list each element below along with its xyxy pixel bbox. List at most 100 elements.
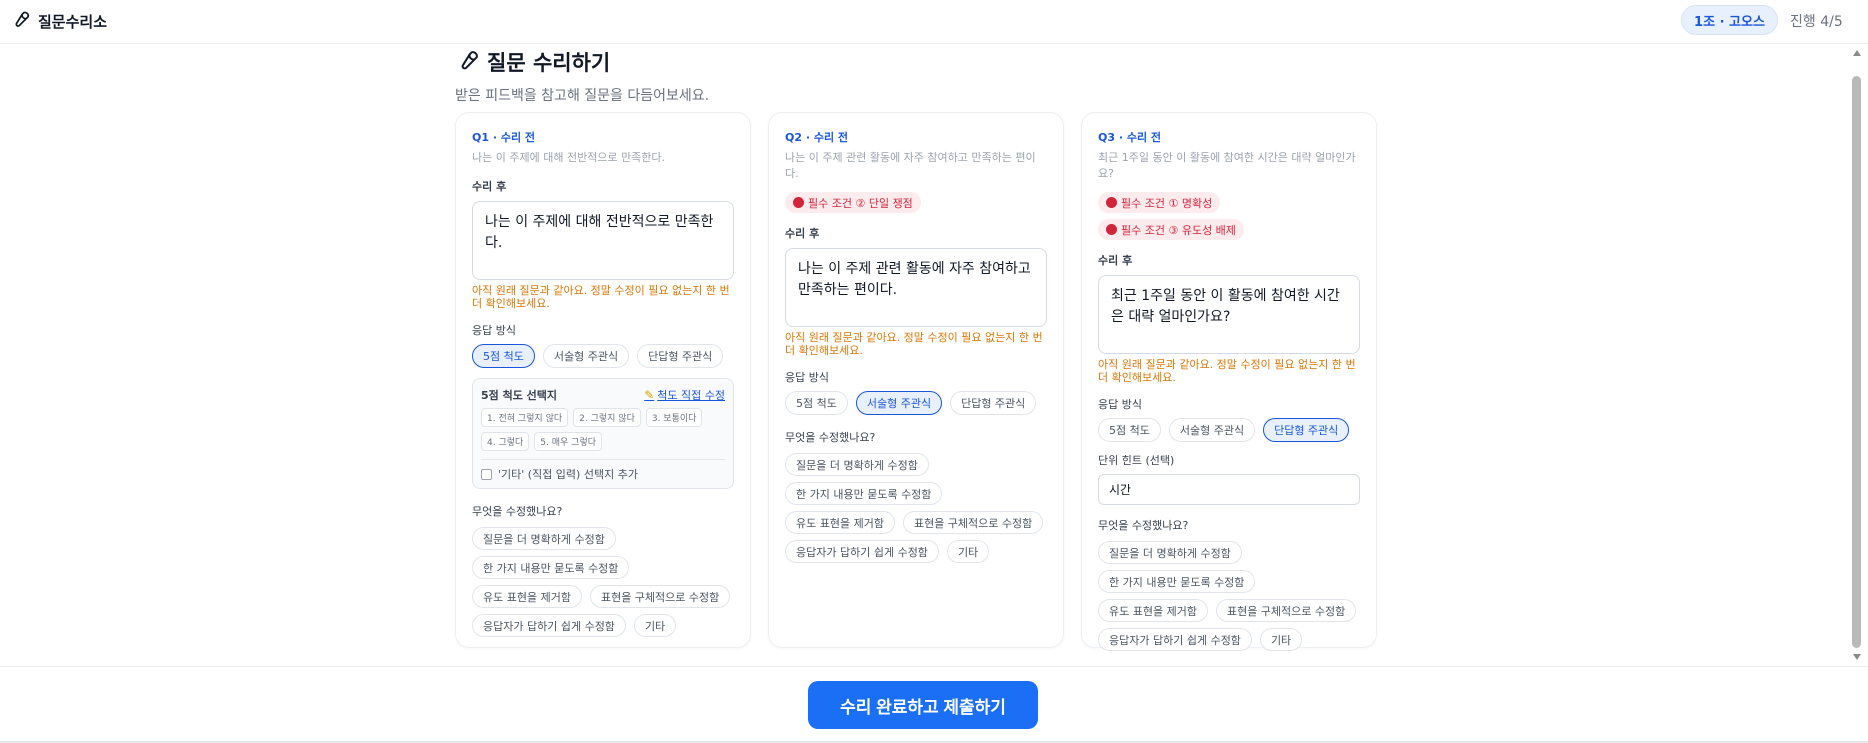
response-type-short[interactable]: 단답형 주관식: [637, 344, 724, 368]
response-type-scale[interactable]: 5점 척도: [1098, 418, 1161, 442]
response-type-label: 응답 방식: [472, 324, 516, 337]
page-header: 질문 수리하기 받은 피드백을 참고해 질문을 다듬어보세요.: [455, 47, 709, 105]
question-label: Q2 · 수리 전: [785, 131, 849, 144]
scroll-thumb[interactable]: [1852, 76, 1861, 648]
reason-single-issue[interactable]: 한 가지 내용만 묻도록 수정함: [1098, 570, 1256, 593]
scale-options: 1. 전혀 그렇지 않다 2. 그렇지 않다 3. 보통이다: [481, 408, 725, 427]
scale-option: 2. 그렇지 않다: [573, 408, 641, 427]
scroll-down-arrow[interactable]: [1853, 654, 1861, 660]
top-bar: 질문수리소 1조 · 고오스 진행 4/5: [0, 0, 1868, 44]
question-card-q1: Q1 · 수리 전 나는 이 주제에 대해 전반적으로 만족한다. 수리 후 나…: [455, 112, 751, 648]
reason-clarity[interactable]: 질문을 더 명확하게 수정함: [785, 453, 929, 476]
scale-option: 4. 그렇다: [481, 432, 530, 451]
other-checkbox[interactable]: [481, 468, 492, 480]
scale-option: 1. 전혀 그렇지 않다: [481, 408, 569, 427]
issue-text: 필수 조건 ② 단일 쟁점: [808, 196, 913, 210]
response-type-short[interactable]: 단답형 주관식: [1263, 418, 1350, 442]
reason-easy-answer[interactable]: 응답자가 답하기 쉽게 수정함: [472, 614, 626, 637]
same-question-warning: 아직 원래 질문과 같아요. 정말 수정이 필요 없는지 한 번 더 확인해보세…: [785, 331, 1043, 357]
alert-dot-icon: [793, 197, 804, 208]
reason-concrete[interactable]: 표현을 구체적으로 수정함: [1215, 599, 1357, 622]
response-type-essay[interactable]: 서술형 주관식: [542, 344, 630, 368]
scale-title: 5점 척도 선택지: [481, 389, 558, 402]
page-subtitle: 받은 피드백을 참고해 질문을 다듬어보세요.: [455, 88, 710, 104]
reason-clarity[interactable]: 질문을 더 명확하게 수정함: [472, 527, 616, 550]
submit-button[interactable]: 수리 완료하고 제출하기: [808, 681, 1038, 729]
unit-hint-label: 단위 힌트 (선택): [1098, 454, 1175, 467]
what-changed-label: 무엇을 수정했나요?: [1098, 519, 1189, 532]
issue-text: 필수 조건 ③ 유도성 배제: [1121, 223, 1236, 237]
reason-remove-leading[interactable]: 유도 표현을 제거함: [785, 511, 895, 534]
revised-question-input[interactable]: 나는 이 주제 관련 활동에 자주 참여하고 만족하는 편이다.: [785, 248, 1047, 327]
scrollbar[interactable]: [1850, 44, 1864, 666]
reason-other[interactable]: 기타: [633, 614, 677, 637]
question-label: Q3 · 수리 전: [1098, 131, 1162, 144]
after-label: 수리 후: [1098, 254, 1133, 267]
issue-badge: 필수 조건 ① 명확성: [1098, 192, 1221, 213]
same-question-warning: 아직 원래 질문과 같아요. 정말 수정이 필요 없는지 한 번 더 확인해보세…: [1098, 358, 1356, 384]
reason-concrete[interactable]: 표현을 구체적으로 수정함: [902, 511, 1044, 534]
app-brand[interactable]: 질문수리소: [10, 9, 107, 33]
reason-remove-leading[interactable]: 유도 표현을 제거함: [472, 585, 582, 608]
response-type-scale[interactable]: 5점 척도: [785, 391, 848, 415]
issue-badge: 필수 조건 ③ 유도성 배제: [1098, 219, 1244, 240]
revised-question-input[interactable]: 나는 이 주제에 대해 전반적으로 만족한다.: [472, 201, 734, 280]
change-reason-group: 질문을 더 명확하게 수정함 한 가지 내용만 묻도록 수정함 유도 표현을 제…: [785, 453, 1055, 563]
page-title-text: 질문 수리하기: [487, 51, 611, 75]
scale-options-panel: 5점 척도 선택지 ✎ 척도 직접 수정 1. 전혀 그렇지 않다 2. 그렇지…: [472, 378, 734, 489]
after-label: 수리 후: [472, 180, 507, 193]
reason-easy-answer[interactable]: 응답자가 답하기 쉽게 수정함: [1098, 628, 1252, 651]
edit-scale-link[interactable]: ✎ 척도 직접 수정: [644, 387, 725, 403]
pencil-icon: ✎: [644, 388, 655, 402]
add-other-option[interactable]: '기타' (직접 입력) 선택지 추가: [481, 459, 725, 482]
response-type-group: 5점 척도 서술형 주관식 단답형 주관식: [472, 344, 734, 368]
alert-dot-icon: [1106, 224, 1117, 235]
same-question-warning: 아직 원래 질문과 같아요. 정말 수정이 필요 없는지 한 번 더 확인해보세…: [472, 284, 730, 310]
question-label: Q1 · 수리 전: [472, 131, 536, 144]
response-type-scale[interactable]: 5점 척도: [472, 344, 535, 368]
original-question: 나는 이 주제에 대해 전반적으로 만족한다.: [472, 151, 666, 164]
what-changed-label: 무엇을 수정했나요?: [785, 431, 876, 444]
reason-concrete[interactable]: 표현을 구체적으로 수정함: [589, 585, 731, 608]
response-type-essay[interactable]: 서술형 주관식: [855, 391, 943, 415]
response-type-short[interactable]: 단답형 주관식: [950, 391, 1037, 415]
reason-single-issue[interactable]: 한 가지 내용만 묻도록 수정함: [785, 482, 943, 505]
after-label: 수리 후: [785, 227, 820, 240]
alert-dot-icon: [1106, 197, 1117, 208]
wrench-icon: [10, 9, 30, 33]
scale-option: 5. 매우 그렇다: [534, 432, 603, 451]
response-type-group: 5점 척도 서술형 주관식 단답형 주관식: [1098, 418, 1360, 442]
reason-other[interactable]: 기타: [946, 540, 990, 563]
reason-clarity[interactable]: 질문을 더 명확하게 수정함: [1098, 541, 1242, 564]
change-reason-group: 질문을 더 명확하게 수정함 한 가지 내용만 묻도록 수정함 유도 표현을 제…: [1098, 541, 1368, 651]
question-card-q2: Q2 · 수리 전 나는 이 주제 관련 활동에 자주 참여하고 만족하는 편이…: [768, 112, 1064, 648]
unit-hint-input[interactable]: 시간: [1098, 474, 1360, 505]
reason-remove-leading[interactable]: 유도 표현을 제거함: [1098, 599, 1208, 622]
scale-option: 3. 보통이다: [645, 408, 703, 427]
response-type-essay[interactable]: 서술형 주관식: [1168, 418, 1256, 442]
scroll-up-arrow[interactable]: [1853, 50, 1861, 56]
revised-question-input[interactable]: 최근 1주일 동안 이 활동에 참여한 시간은 대략 얼마인가요?: [1098, 275, 1360, 354]
page-title: 질문 수리하기: [455, 47, 709, 77]
scale-options: 4. 그렇다 5. 매우 그렇다: [481, 432, 725, 451]
response-type-group: 5점 척도 서술형 주관식 단답형 주관식: [785, 391, 1047, 415]
issue-badges: 필수 조건 ① 명확성 필수 조건 ③ 유도성 배제: [1098, 192, 1360, 240]
reason-single-issue[interactable]: 한 가지 내용만 묻도록 수정함: [472, 556, 630, 579]
what-changed-label: 무엇을 수정했나요?: [472, 505, 563, 518]
team-badge: 1조 · 고오스: [1681, 5, 1778, 35]
original-question: 나는 이 주제 관련 활동에 자주 참여하고 만족하는 편이다.: [785, 151, 1036, 180]
response-type-label: 응답 방식: [1098, 398, 1142, 411]
bottom-action-bar: 수리 완료하고 제출하기: [0, 666, 1868, 743]
original-question: 최근 1주일 동안 이 활동에 참여한 시간은 대략 얼마인가요?: [1098, 151, 1356, 180]
edit-scale-label: 척도 직접 수정: [657, 389, 725, 402]
app-title: 질문수리소: [38, 12, 108, 31]
other-option-label: '기타' (직접 입력) 선택지 추가: [498, 468, 638, 481]
reason-other[interactable]: 기타: [1259, 628, 1303, 651]
wrench-icon: [455, 48, 479, 77]
progress-indicator: 진행 4/5: [1790, 14, 1843, 30]
response-type-label: 응답 방식: [785, 371, 829, 384]
question-card-q3: Q3 · 수리 전 최근 1주일 동안 이 활동에 참여한 시간은 대략 얼마인…: [1081, 112, 1377, 651]
issue-text: 필수 조건 ① 명확성: [1121, 196, 1213, 210]
change-reason-group: 질문을 더 명확하게 수정함 한 가지 내용만 묻도록 수정함 유도 표현을 제…: [472, 527, 742, 637]
reason-easy-answer[interactable]: 응답자가 답하기 쉽게 수정함: [785, 540, 939, 563]
